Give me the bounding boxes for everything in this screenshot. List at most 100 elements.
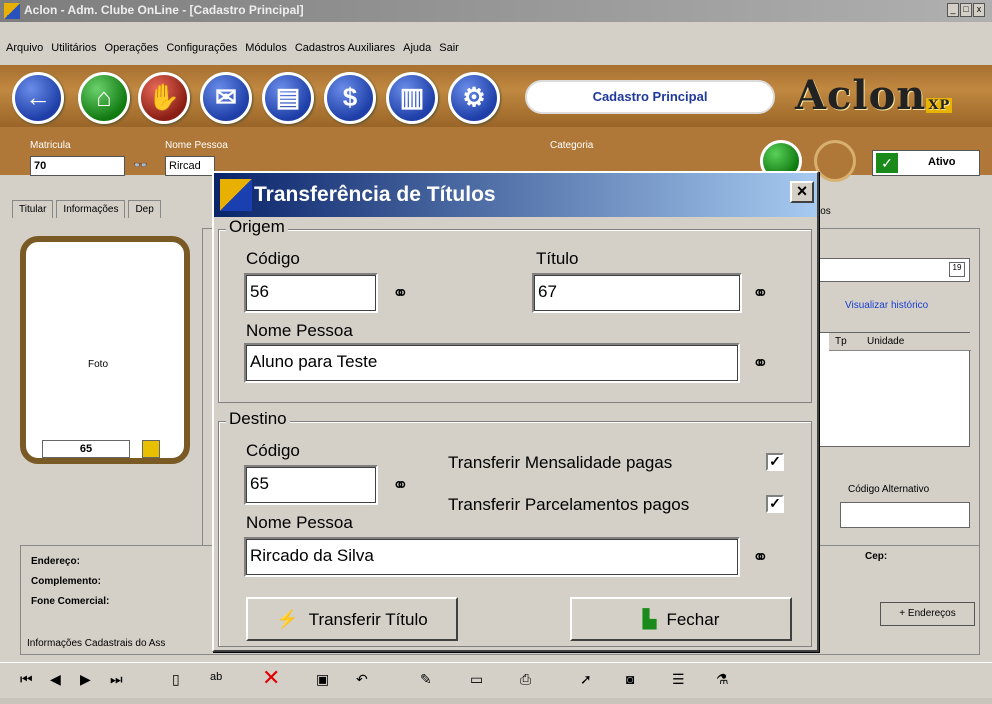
status-badge[interactable]: ✓ Ativo (872, 150, 980, 176)
photo-label: Foto (88, 359, 109, 370)
transfer-mensalidade-checkbox[interactable]: ✓ (766, 453, 784, 471)
print-icon[interactable]: ⎙ (520, 671, 531, 688)
close-window-button[interactable]: x (973, 3, 985, 17)
date-field[interactable]: 19 (812, 258, 970, 282)
window-title: Aclon - Adm. Clube OnLine - [Cadastro Pr… (24, 3, 304, 17)
destino-codigo-label: Código (246, 441, 300, 460)
menu-cadastros-auxiliares[interactable]: Cadastros Auxiliares (295, 38, 395, 58)
menu-bar: Arquivo Utilitários Operações Configurações… (0, 38, 992, 58)
search-origem-codigo-icon[interactable]: ⚭ (392, 281, 409, 306)
last-record-icon[interactable]: ⏭ (110, 671, 123, 688)
status-text: Ativo (928, 156, 956, 168)
categoria-label: Categoria (550, 140, 594, 151)
codigo-alternativo-label: Código Alternativo (848, 484, 930, 495)
prev-record-icon[interactable]: ◀ (50, 671, 61, 688)
origem-nome-label: Nome Pessoa (246, 321, 353, 340)
fone-comercial-label: Fone Comercial: (31, 596, 110, 607)
next-record-icon[interactable]: ▶ (80, 671, 91, 688)
more-addresses-button[interactable]: + Endereços (880, 602, 975, 626)
money-icon[interactable]: $ (324, 72, 376, 124)
photo-number[interactable]: 65 (42, 440, 130, 458)
nome-pessoa-field[interactable]: Rircad (165, 156, 215, 176)
tab-dependentes[interactable]: Dep (128, 200, 161, 218)
door-exit-icon: ▙ (642, 609, 657, 629)
calendar-icon[interactable]: 19 (949, 262, 965, 277)
search-binoculars-icon[interactable]: 👓 (133, 158, 148, 172)
brand-logo: Aclon XP (795, 72, 953, 119)
origem-codigo-label: Código (246, 249, 300, 268)
origem-codigo-field[interactable]: 56 (244, 273, 378, 313)
tab-titular[interactable]: Titular (12, 200, 54, 218)
transfer-dialog: Transferência de Títulos × Origem Código… (212, 171, 819, 652)
save-icon[interactable]: ▣ (316, 671, 329, 688)
home-icon[interactable]: ⌂ (78, 72, 130, 124)
dialog-title-bar: Transferência de Títulos × (214, 173, 817, 217)
transfer-title-button[interactable]: ⚡ Transferir Título (246, 597, 458, 641)
tab-right-fragment[interactable]: ios (818, 206, 831, 217)
undo-icon[interactable]: ↶ (356, 671, 368, 688)
maximize-button[interactable]: □ (960, 3, 972, 17)
dialog-close-button[interactable]: × (790, 181, 814, 203)
mail-icon[interactable]: ✉ (200, 72, 252, 124)
codigo-alternativo-field[interactable] (840, 502, 970, 528)
origem-nome-field[interactable]: Aluno para Teste (244, 343, 740, 383)
first-record-icon[interactable]: ⏮ (20, 671, 33, 688)
destino-nome-field[interactable]: Rircado da Silva (244, 537, 740, 577)
matricula-field[interactable]: 70 (30, 156, 125, 176)
app-icon (4, 3, 20, 19)
search-origem-nome-icon[interactable]: ⚭ (752, 351, 769, 376)
pointer-icon[interactable]: ➚ (580, 671, 592, 688)
tab-informacoes[interactable]: Informações (56, 200, 126, 218)
search-destino-codigo-icon[interactable]: ⚭ (392, 473, 409, 498)
origem-title: Origem (226, 217, 288, 237)
menu-configuracoes[interactable]: Configurações (166, 38, 237, 58)
back-arrow-icon[interactable]: ← (12, 72, 64, 124)
destino-codigo-field[interactable]: 65 (244, 465, 378, 505)
close-dialog-button[interactable]: ▙ Fechar (570, 597, 792, 641)
menu-operacoes[interactable]: Operações (105, 38, 159, 58)
edit-record-icon[interactable]: ab (210, 671, 222, 683)
search-origem-titulo-icon[interactable]: ⚭ (752, 281, 769, 306)
search-destino-nome-icon[interactable]: ⚭ (752, 545, 769, 570)
lab-icon[interactable]: ⚗ (716, 671, 729, 688)
transfer-mensalidade-label: Transferir Mensalidade pagas (448, 453, 673, 472)
camera-tool-icon[interactable]: ◙ (626, 671, 634, 687)
menu-sair[interactable]: Sair (439, 38, 459, 58)
history-grid[interactable]: Tp Unidade (812, 332, 971, 447)
title-bar: Aclon - Adm. Clube OnLine - [Cadastro Pr… (0, 0, 992, 22)
filter-icon[interactable]: ✎ (420, 671, 432, 688)
report-icon[interactable]: ▤ (262, 72, 314, 124)
person-inactive-icon[interactable] (814, 140, 856, 182)
info-cadastrais-label: Informações Cadastrais do Ass (27, 638, 166, 649)
origem-titulo-field[interactable]: 67 (532, 273, 742, 313)
bottom-toolbar: ⏮ ◀ ▶ ⏭ ▯ ab ✕ ▣ ↶ ✎ ▭ ⎙ ➚ ◙ ☰ ⚗ (0, 662, 992, 698)
menu-modulos[interactable]: Módulos (245, 38, 287, 58)
transfer-parcelamentos-checkbox[interactable]: ✓ (766, 495, 784, 513)
grid-header: Tp Unidade (829, 333, 971, 351)
section-title: Cadastro Principal (525, 80, 775, 114)
new-record-icon[interactable]: ▯ (172, 671, 180, 688)
menu-utilitarios[interactable]: Utilitários (51, 38, 96, 58)
window-controls: _ □ x (946, 3, 986, 19)
documents-icon[interactable]: ▥ (386, 72, 438, 124)
nome-pessoa-label: Nome Pessoa (165, 140, 228, 151)
dialog-app-icon (220, 179, 252, 211)
origem-titulo-label: Título (536, 249, 579, 268)
status-bar (0, 698, 992, 704)
camera-icon[interactable] (142, 440, 160, 458)
photo-frame: Foto (20, 236, 190, 464)
grid-col-tp: Tp (835, 336, 847, 347)
history-link[interactable]: Visualizar histórico (845, 300, 928, 311)
settings-document-icon[interactable]: ⚙ (448, 72, 500, 124)
complemento-label: Complemento: (31, 576, 101, 587)
window-icon[interactable]: ▭ (470, 671, 483, 688)
menu-arquivo[interactable]: Arquivo (6, 38, 43, 58)
delete-icon[interactable]: ✕ (262, 665, 280, 691)
menu-ajuda[interactable]: Ajuda (403, 38, 431, 58)
endereco-label: Endereço: (31, 556, 80, 567)
grid-col-unidade: Unidade (867, 336, 905, 347)
edit-list-icon[interactable]: ☰ (672, 671, 685, 688)
handshake-icon[interactable]: ✋ (138, 72, 190, 124)
minimize-button[interactable]: _ (947, 3, 959, 17)
tab-bar: Titular Informações Dep (12, 200, 164, 222)
